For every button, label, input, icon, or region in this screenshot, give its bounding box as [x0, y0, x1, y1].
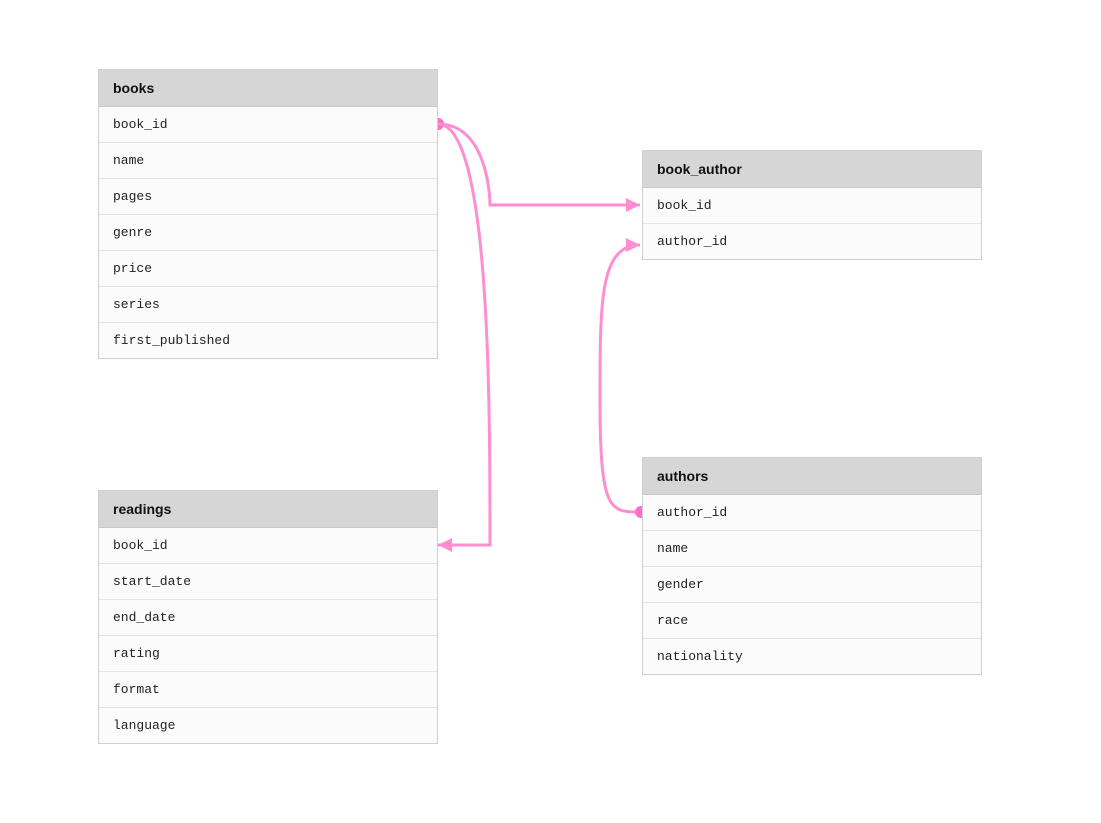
connector-books-bookauthor	[438, 124, 640, 205]
endpoint-many-icon	[626, 238, 640, 252]
table-header: readings	[99, 491, 437, 528]
table-header: authors	[643, 458, 981, 495]
column-row[interactable]: end_date	[99, 600, 437, 636]
column-row[interactable]: start_date	[99, 564, 437, 600]
column-row[interactable]: name	[643, 531, 981, 567]
table-header: book_author	[643, 151, 981, 188]
column-row[interactable]: name	[99, 143, 437, 179]
column-row[interactable]: race	[643, 603, 981, 639]
connector-books-readings	[438, 124, 490, 545]
column-row[interactable]: rating	[99, 636, 437, 672]
er-diagram-canvas: books book_id name pages genre price ser…	[0, 0, 1101, 823]
column-row[interactable]: format	[99, 672, 437, 708]
endpoint-many-icon	[438, 538, 452, 552]
column-row[interactable]: series	[99, 287, 437, 323]
column-row[interactable]: author_id	[643, 495, 981, 531]
column-row[interactable]: book_id	[99, 107, 437, 143]
column-row[interactable]: nationality	[643, 639, 981, 674]
table-header: books	[99, 70, 437, 107]
column-row[interactable]: book_id	[99, 528, 437, 564]
column-row[interactable]: author_id	[643, 224, 981, 259]
column-row[interactable]: language	[99, 708, 437, 743]
column-row[interactable]: price	[99, 251, 437, 287]
column-row[interactable]: book_id	[643, 188, 981, 224]
table-readings[interactable]: readings book_id start_date end_date rat…	[98, 490, 438, 744]
column-row[interactable]: gender	[643, 567, 981, 603]
table-book-author[interactable]: book_author book_id author_id	[642, 150, 982, 260]
column-row[interactable]: pages	[99, 179, 437, 215]
endpoint-many-icon	[626, 198, 640, 212]
connector-authors-bookauthor	[600, 245, 640, 512]
table-authors[interactable]: authors author_id name gender race natio…	[642, 457, 982, 675]
column-row[interactable]: first_published	[99, 323, 437, 358]
table-books[interactable]: books book_id name pages genre price ser…	[98, 69, 438, 359]
column-row[interactable]: genre	[99, 215, 437, 251]
